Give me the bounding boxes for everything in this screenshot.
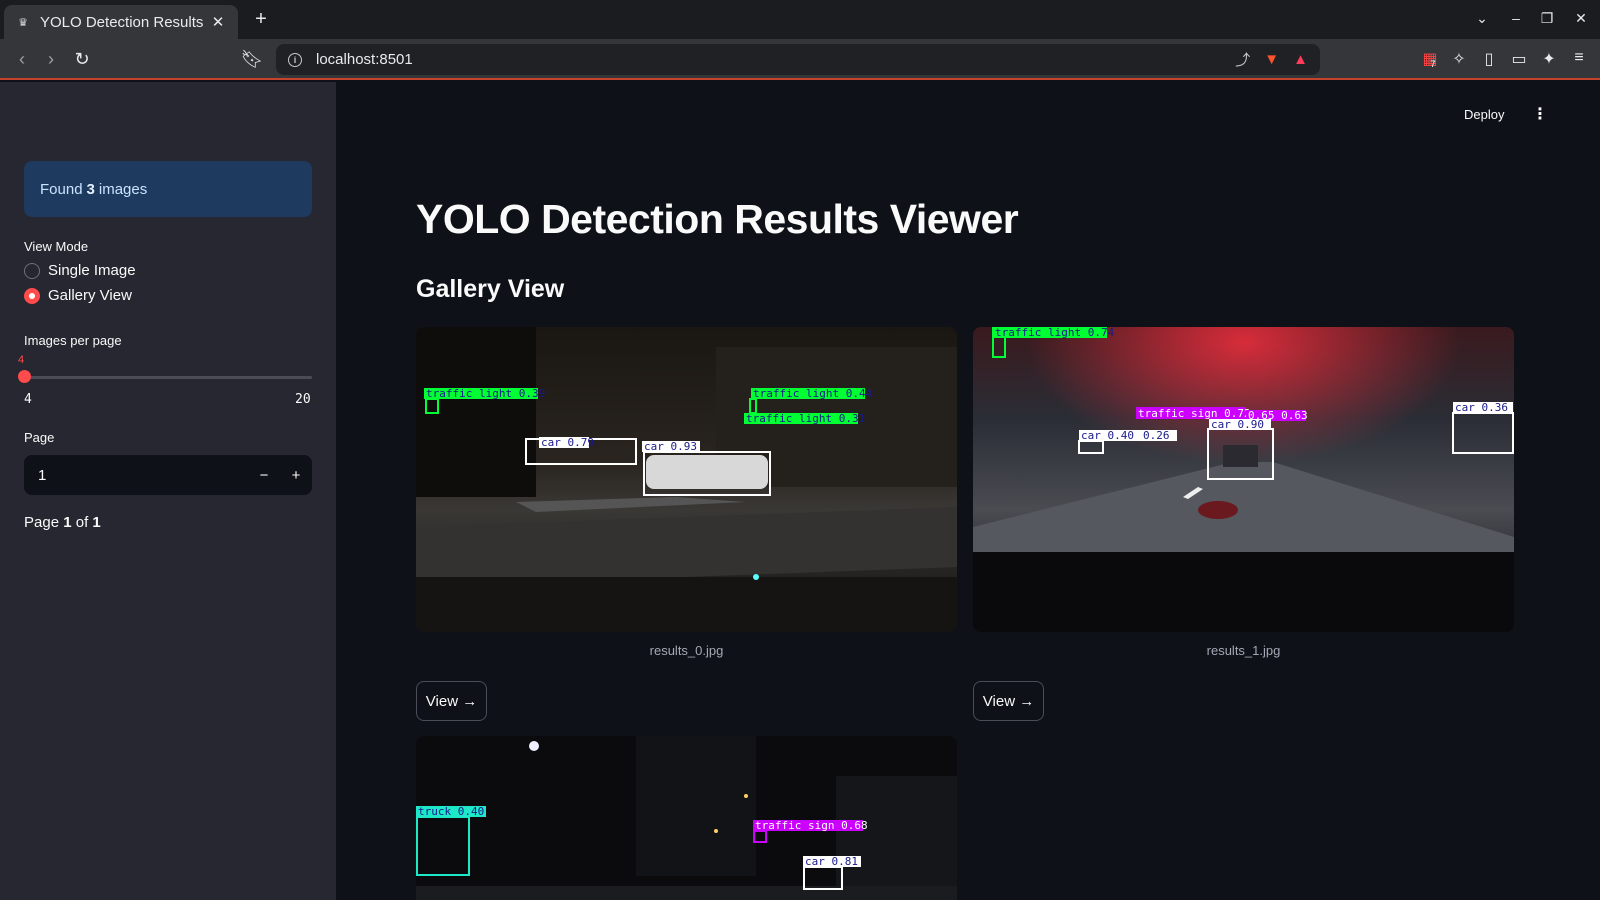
detection-label-car-090: car 0.90 xyxy=(1211,418,1264,431)
result-image-0: car 0.93 car 0.79 traffic light 0.39 tra… xyxy=(416,327,957,632)
tab-title: YOLO Detection Results xyxy=(40,13,204,31)
back-icon[interactable]: ‹ xyxy=(11,48,33,70)
radio-label: Gallery View xyxy=(48,287,132,304)
main-content: Deploy ⋮ YOLO Detection Results Viewer G… xyxy=(336,82,1600,900)
image-caption-1: results_1.jpg xyxy=(1206,643,1281,658)
browser-toolbar: ‹ › ↻ 🔖︎ i localhost:8501 ⤴ ▼ ▲ ▦ 7 ✧ ▯ … xyxy=(0,39,1600,80)
increment-button[interactable]: + xyxy=(280,467,312,484)
address-bar[interactable]: i localhost:8501 ⤴ ▼ ▲ xyxy=(276,44,1320,75)
url-text[interactable]: localhost:8501 xyxy=(316,51,1221,68)
brave-rewards-icon[interactable]: ▲ xyxy=(1293,51,1308,68)
main-menu-icon[interactable]: ⋮ xyxy=(1532,104,1548,124)
view-button-0[interactable]: View → xyxy=(416,681,487,721)
forward-icon[interactable]: › xyxy=(40,48,62,70)
deploy-button[interactable]: Deploy xyxy=(1464,107,1504,122)
browser-tab-bar: ♛ YOLO Detection Results ✕ + ⌄ – ❐ ✕ xyxy=(0,0,1600,39)
page-of: of xyxy=(75,514,89,531)
detection-label-traffic-sign-068: traffic sign 0.68 xyxy=(755,819,868,832)
view-mode-label: View Mode xyxy=(24,239,89,254)
browser-tab[interactable]: ♛ YOLO Detection Results ✕ xyxy=(4,5,238,39)
slider-current-value: 4 xyxy=(18,354,25,366)
minimize-icon[interactable]: – xyxy=(1506,10,1526,26)
close-window-icon[interactable]: ✕ xyxy=(1571,10,1591,27)
detection-label-car-040: car 0.40 xyxy=(1081,429,1134,442)
page-status-prefix: Page xyxy=(24,514,60,531)
streamlit-favicon-icon: ♛ xyxy=(18,16,28,29)
sidebar: Found 3 images View Mode Single Image Ga… xyxy=(0,82,336,900)
extension-badge: 7 xyxy=(1430,59,1436,69)
detection-label-traffic-light-044: traffic light 0.44 xyxy=(753,387,873,400)
radio-circle[interactable] xyxy=(24,262,40,279)
image-caption-0: results_0.jpg xyxy=(649,643,724,658)
extensions-puzzle-icon[interactable]: ✧ xyxy=(1448,49,1470,69)
brave-shields-icon[interactable]: ▼ xyxy=(1264,51,1279,68)
images-per-page-slider-track[interactable] xyxy=(24,376,312,379)
page-title: YOLO Detection Results Viewer xyxy=(416,196,1019,242)
page-input-value[interactable]: 1 xyxy=(38,467,248,484)
slider-min-label: 4 xyxy=(24,392,32,407)
found-prefix: Found xyxy=(40,180,83,198)
images-per-page-label: Images per page xyxy=(24,333,122,348)
detection-label-car-093: car 0.93 xyxy=(644,440,697,453)
slider-max-label: 20 xyxy=(295,392,311,407)
share-icon[interactable]: ⤴ xyxy=(1235,49,1250,70)
new-tab-icon[interactable]: + xyxy=(250,8,272,31)
radio-circle-selected[interactable] xyxy=(24,287,40,304)
radio-single-image[interactable]: Single Image xyxy=(24,262,136,279)
detection-label-traffic-light-074: traffic light 0.74 xyxy=(995,327,1115,339)
detection-label-traffic-light-031: traffic light 0.31 xyxy=(746,412,865,425)
images-per-page-slider-thumb[interactable] xyxy=(18,370,31,383)
site-info-icon[interactable]: i xyxy=(288,52,302,67)
leo-ai-icon[interactable]: ✦ xyxy=(1538,49,1560,69)
detection-label-026: 0.26 xyxy=(1143,429,1170,442)
bookmark-icon[interactable]: 🔖︎ xyxy=(241,48,264,70)
detection-label-car-036: car 0.36 xyxy=(1455,401,1508,414)
radio-label: Single Image xyxy=(48,262,136,279)
menu-icon[interactable]: ≡ xyxy=(1568,49,1590,67)
sidebar-toggle-icon[interactable]: ▯ xyxy=(1478,49,1500,69)
result-image-2: truck 0.40 traffic sign 0.68 car 0.81 xyxy=(416,736,957,900)
decrement-button[interactable]: − xyxy=(248,467,280,484)
view-button-1[interactable]: View → xyxy=(973,681,1044,721)
page-label: Page xyxy=(24,430,55,445)
tab-search-icon[interactable]: ⌄ xyxy=(1472,10,1492,27)
found-suffix: images xyxy=(98,180,148,198)
found-count: 3 xyxy=(86,180,95,198)
wallet-icon[interactable]: ▭ xyxy=(1508,49,1530,69)
detection-label-traffic-light-039: traffic light 0.39 xyxy=(426,387,545,400)
found-images-alert: Found 3 images xyxy=(24,161,312,217)
section-title: Gallery View xyxy=(416,275,565,303)
page-status: Page 1 of 1 xyxy=(24,514,101,531)
radio-gallery-view[interactable]: Gallery View xyxy=(24,287,132,304)
close-tab-icon[interactable]: ✕ xyxy=(210,13,226,31)
detection-label-car-079: car 0.79 xyxy=(541,436,594,449)
page-total: 1 xyxy=(92,514,101,531)
restore-icon[interactable]: ❐ xyxy=(1537,10,1557,27)
page-number-input[interactable]: 1 − + xyxy=(24,455,312,495)
reload-icon[interactable]: ↻ xyxy=(71,48,93,70)
page-current: 1 xyxy=(63,514,72,531)
result-image-1: traffic light 0.74 traffic sign 0.72 0.6… xyxy=(973,327,1514,632)
